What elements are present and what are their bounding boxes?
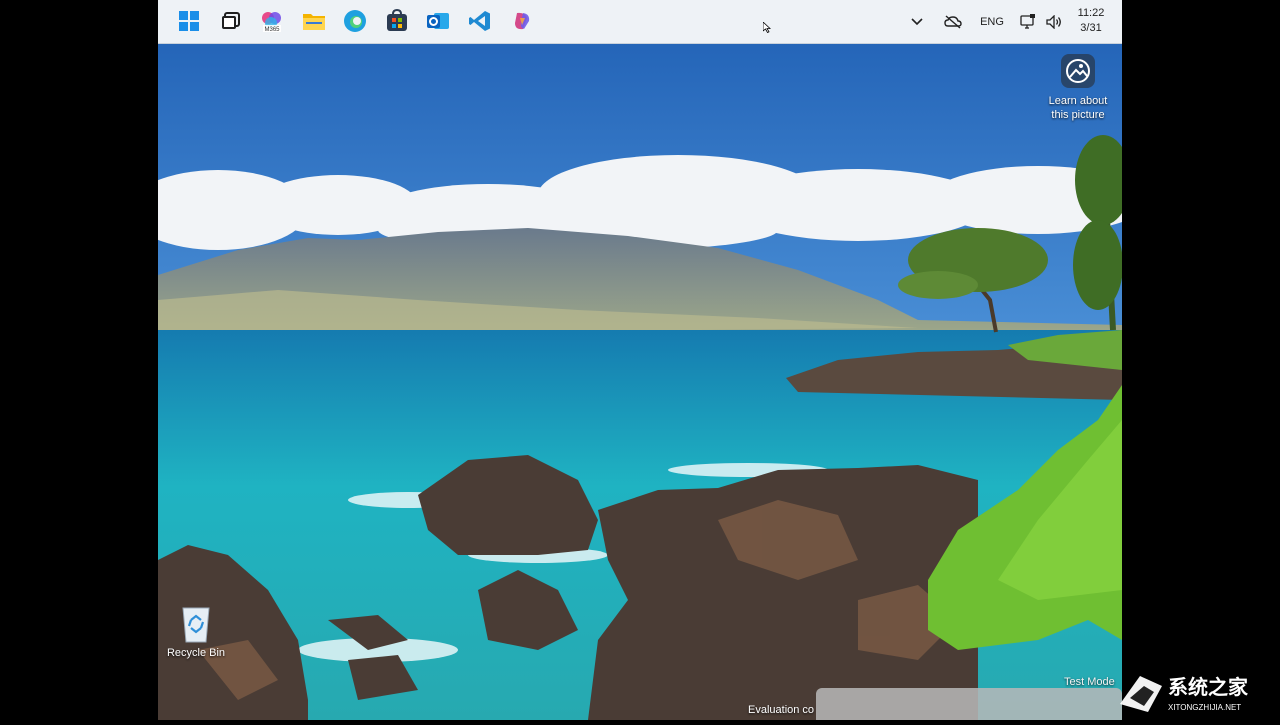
desktop-screen: M365 ENG 11:22 3/31 Learn about this pic…: [158, 0, 1122, 720]
clock-date: 3/31: [1080, 22, 1102, 34]
site-watermark: 系统之家 XITONGZHIJIA.NET: [1110, 664, 1280, 720]
chevron-down-icon: [911, 17, 923, 25]
watermark-url: XITONGZHIJIA.NET: [1168, 703, 1241, 712]
edge-button[interactable]: [342, 8, 368, 34]
language-indicator[interactable]: ENG: [976, 0, 1008, 43]
site-logo: 系统之家 XITONGZHIJIA.NET: [1120, 675, 1249, 712]
recycle-bin-icon-item[interactable]: Recycle Bin: [162, 604, 230, 659]
evaluation-watermark-text: Evaluation co: [748, 704, 815, 716]
learn-about-label-line2: this picture: [1051, 109, 1105, 121]
task-view-icon: [222, 12, 240, 29]
desktop-wallpaper: [158, 0, 1122, 720]
volume-button[interactable]: [1044, 0, 1064, 43]
copilot-icon: [515, 12, 530, 30]
copilot-button[interactable]: [509, 8, 535, 34]
test-mode-text: Test Mode: [1064, 676, 1115, 688]
folder-icon: [303, 14, 325, 30]
vscode-button[interactable]: [467, 8, 493, 34]
microsoft-365-icon: M365: [262, 12, 281, 33]
learn-about-label-line1: Learn about: [1048, 95, 1108, 107]
network-ethernet-icon: [1020, 13, 1035, 29]
vscode-icon: [469, 11, 490, 31]
m365-badge: M365: [264, 27, 280, 33]
taskbar: M365 ENG 11:22 3/31: [158, 0, 1122, 44]
show-hidden-icons-button[interactable]: [906, 0, 928, 43]
learn-about-picture-icon[interactable]: Learn about this picture: [1038, 54, 1118, 122]
start-button[interactable]: [176, 8, 202, 34]
recycle-bin-icon: [182, 607, 210, 643]
mouse-cursor-icon: [763, 22, 771, 33]
outlook-icon: [427, 13, 449, 29]
clock-button[interactable]: 11:22 3/31: [1070, 6, 1112, 36]
notification-banner: [816, 688, 1122, 720]
onedrive-status-button[interactable]: [941, 0, 965, 43]
watermark-brand: 系统之家: [1168, 675, 1249, 699]
windows-logo-icon: [179, 11, 199, 31]
m365-button[interactable]: M365: [259, 8, 285, 34]
recycle-bin-label: Recycle Bin: [166, 647, 226, 659]
task-view-button[interactable]: [217, 8, 243, 34]
learn-about-picture-button[interactable]: [1061, 54, 1095, 88]
store-icon: [387, 9, 407, 31]
picture-info-icon: [1066, 59, 1090, 83]
clock-time: 11:22: [1077, 7, 1105, 19]
edge-icon: [344, 10, 366, 32]
store-button[interactable]: [384, 8, 410, 34]
speaker-icon: [1046, 14, 1061, 29]
cloud-offline-icon: [944, 14, 962, 29]
network-button[interactable]: [1018, 0, 1038, 43]
language-label: ENG: [980, 15, 1004, 28]
outlook-button[interactable]: [425, 8, 451, 34]
file-explorer-button[interactable]: [301, 8, 327, 34]
